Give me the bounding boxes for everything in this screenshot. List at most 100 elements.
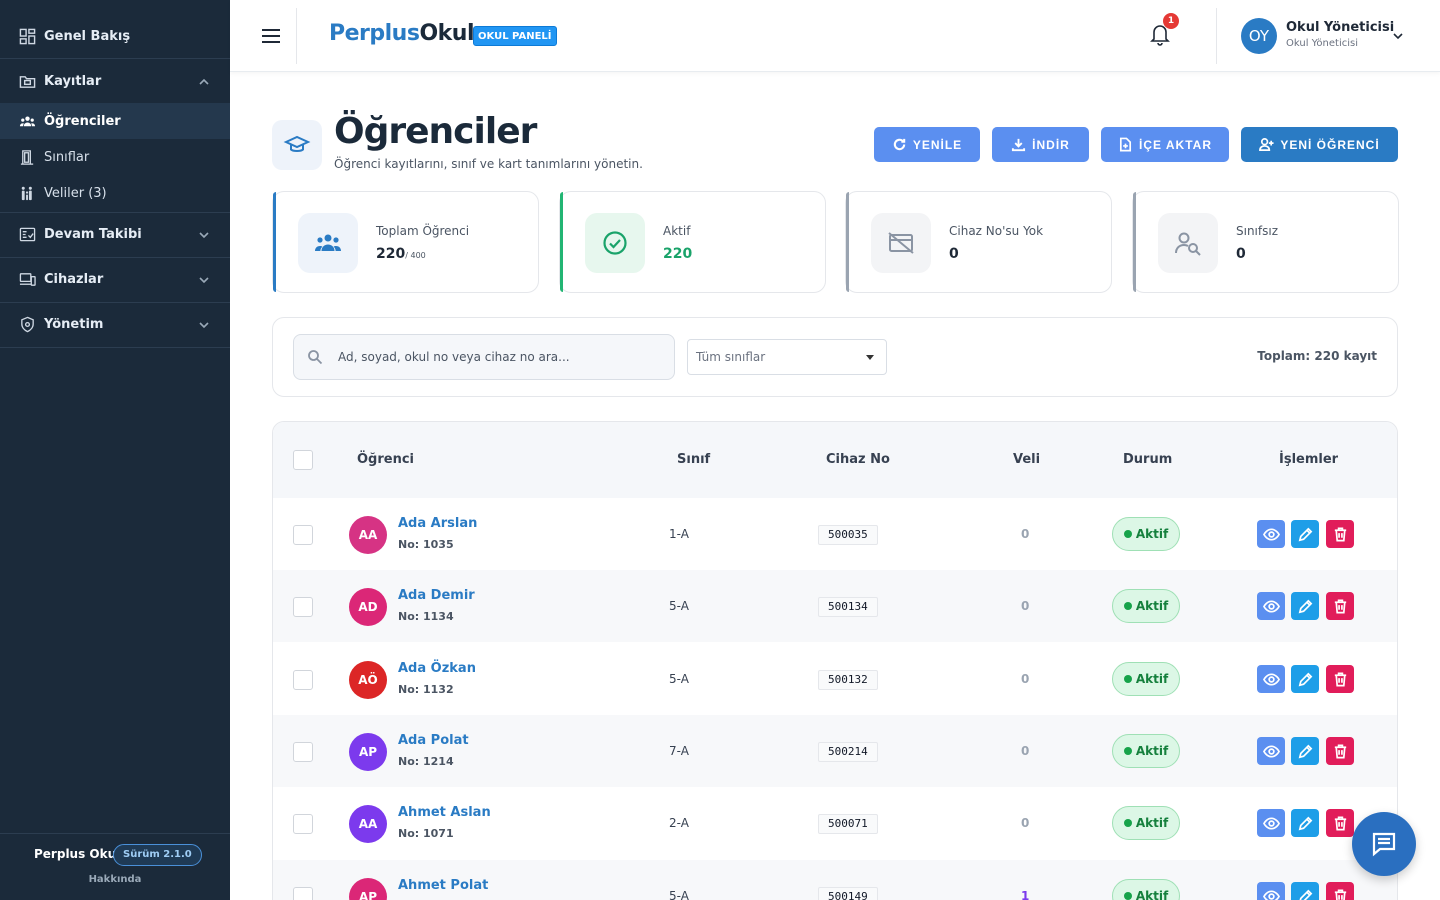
student-class: 5-A <box>669 672 689 686</box>
sidebar-item-label: Veliler (3) <box>44 185 107 201</box>
edit-button[interactable] <box>1291 592 1319 620</box>
sidebar-item-genel-bakis[interactable]: Genel Bakış <box>0 14 230 59</box>
trash-icon <box>1334 744 1346 758</box>
delete-button[interactable] <box>1326 592 1354 620</box>
table-row[interactable]: AA Ahmet Aslan No: 1071 2-A 500071 0 Aktif <box>273 787 1397 859</box>
student-name-link[interactable]: Ahmet Aslan <box>398 805 491 820</box>
edit-button[interactable] <box>1291 809 1319 837</box>
student-number: No: 1035 <box>398 538 454 551</box>
card-off-icon <box>871 213 931 273</box>
student-name-link[interactable]: Ada Özkan <box>398 661 476 676</box>
pencil-icon <box>1298 889 1312 900</box>
table-row[interactable]: AD Ada Demir No: 1134 5-A 500134 0 Aktif <box>273 570 1397 642</box>
delete-button[interactable] <box>1326 737 1354 765</box>
download-icon <box>1012 138 1026 152</box>
student-number: No: 1071 <box>398 827 454 840</box>
column-header-class[interactable]: Sınıf <box>677 452 710 467</box>
chevron-down-icon <box>199 321 209 328</box>
sidebar-item-ogrenciler[interactable]: Öğrenciler <box>0 103 230 139</box>
new-student-button[interactable]: YENİ ÖĞRENCİ <box>1241 127 1398 162</box>
user-plus-icon <box>1259 138 1274 151</box>
sidebar-item-kayitlar[interactable]: Kayıtlar <box>0 59 230 104</box>
table-row[interactable]: AP Ada Polat No: 1214 7-A 500214 0 Aktif <box>273 715 1397 787</box>
search-input[interactable] <box>338 335 668 379</box>
trash-icon <box>1334 599 1346 613</box>
user-role: Okul Yöneticisi <box>1286 38 1359 49</box>
student-class: 1-A <box>669 527 689 541</box>
user-avatar[interactable]: OY <box>1241 18 1277 54</box>
status-dot <box>1123 892 1132 900</box>
card-accent <box>273 192 276 292</box>
delete-button[interactable] <box>1326 520 1354 548</box>
view-button[interactable] <box>1257 737 1285 765</box>
class-select[interactable]: Tüm sınıflar <box>687 339 887 375</box>
student-name-link[interactable]: Ahmet Polat <box>398 878 488 893</box>
column-header-status[interactable]: Durum <box>1123 452 1172 467</box>
stat-value: 0 <box>1236 246 1246 262</box>
card-accent <box>1133 192 1136 292</box>
divider <box>0 347 230 348</box>
stat-label: Toplam Öğrenci <box>376 224 470 238</box>
chat-button[interactable] <box>1352 812 1416 876</box>
student-class: 7-A <box>669 744 689 758</box>
table-row[interactable]: AÖ Ada Özkan No: 1132 5-A 500132 0 Aktif <box>273 643 1397 715</box>
stat-card-total: Toplam Öğrenci 220/ 400 <box>272 191 539 293</box>
trash-icon <box>1334 527 1346 541</box>
status-dot <box>1123 819 1132 827</box>
view-button[interactable] <box>1257 809 1285 837</box>
sidebar-item-devam-takibi[interactable]: Devam Takibi <box>0 212 230 257</box>
edit-button[interactable] <box>1291 665 1319 693</box>
edit-button[interactable] <box>1291 737 1319 765</box>
delete-button[interactable] <box>1326 882 1354 900</box>
sidebar-item-cihazlar[interactable]: Cihazlar <box>0 257 230 302</box>
view-button[interactable] <box>1257 882 1285 900</box>
menu-toggle-icon[interactable] <box>260 26 282 46</box>
table-row[interactable]: AA Ada Arslan No: 1035 1-A 500035 0 Aktif <box>273 498 1397 570</box>
pencil-icon <box>1298 599 1312 613</box>
view-button[interactable] <box>1257 520 1285 548</box>
sidebar-item-siniflar[interactable]: Sınıflar <box>0 139 230 175</box>
import-button[interactable]: İÇE AKTAR <box>1101 127 1229 162</box>
sidebar-item-yonetim[interactable]: Yönetim <box>0 302 230 347</box>
app-logo[interactable]: PerplusOkul <box>329 21 474 46</box>
view-button[interactable] <box>1257 665 1285 693</box>
student-name-link[interactable]: Ada Polat <box>398 733 469 748</box>
eye-icon <box>1262 744 1280 758</box>
row-checkbox[interactable] <box>293 887 313 900</box>
user-name[interactable]: Okul Yöneticisi <box>1286 20 1394 35</box>
trash-icon <box>1334 672 1346 686</box>
about-link[interactable]: Hakkında <box>0 874 230 885</box>
sidebar-item-veliler[interactable]: Veliler (3) <box>0 175 230 211</box>
row-checkbox[interactable] <box>293 670 313 690</box>
panel-badge: OKUL PANELİ <box>473 26 557 46</box>
device-number: 500071 <box>818 814 878 834</box>
student-name-link[interactable]: Ada Demir <box>398 588 475 603</box>
parent-count: 0 <box>1021 527 1030 541</box>
download-button[interactable]: İNDİR <box>992 127 1089 162</box>
parent-count: 1 <box>1021 889 1030 900</box>
row-checkbox[interactable] <box>293 742 313 762</box>
chevron-down-icon[interactable] <box>1392 30 1404 42</box>
row-checkbox[interactable] <box>293 597 313 617</box>
filter-bar: Tüm sınıflar Toplam: 220 kayıt <box>272 317 1398 397</box>
column-header-device[interactable]: Cihaz No <box>826 452 890 467</box>
row-checkbox[interactable] <box>293 525 313 545</box>
status-badge: Aktif <box>1112 879 1180 900</box>
column-header-student[interactable]: Öğrenci <box>357 452 414 467</box>
edit-button[interactable] <box>1291 882 1319 900</box>
check-circle-icon <box>585 213 645 273</box>
view-button[interactable] <box>1257 592 1285 620</box>
status-badge: Aktif <box>1112 662 1180 696</box>
edit-button[interactable] <box>1291 520 1319 548</box>
delete-button[interactable] <box>1326 665 1354 693</box>
select-all-checkbox[interactable] <box>293 450 313 470</box>
caret-down-icon <box>866 355 874 360</box>
student-avatar: AP <box>349 878 387 900</box>
refresh-button[interactable]: YENİLE <box>874 127 980 162</box>
student-name-link[interactable]: Ada Arslan <box>398 516 477 531</box>
device-number: 500214 <box>818 742 878 762</box>
search-icon <box>308 350 323 365</box>
table-row[interactable]: AP Ahmet Polat 5-A 500149 1 Aktif <box>273 860 1397 900</box>
row-checkbox[interactable] <box>293 814 313 834</box>
delete-button[interactable] <box>1326 809 1354 837</box>
